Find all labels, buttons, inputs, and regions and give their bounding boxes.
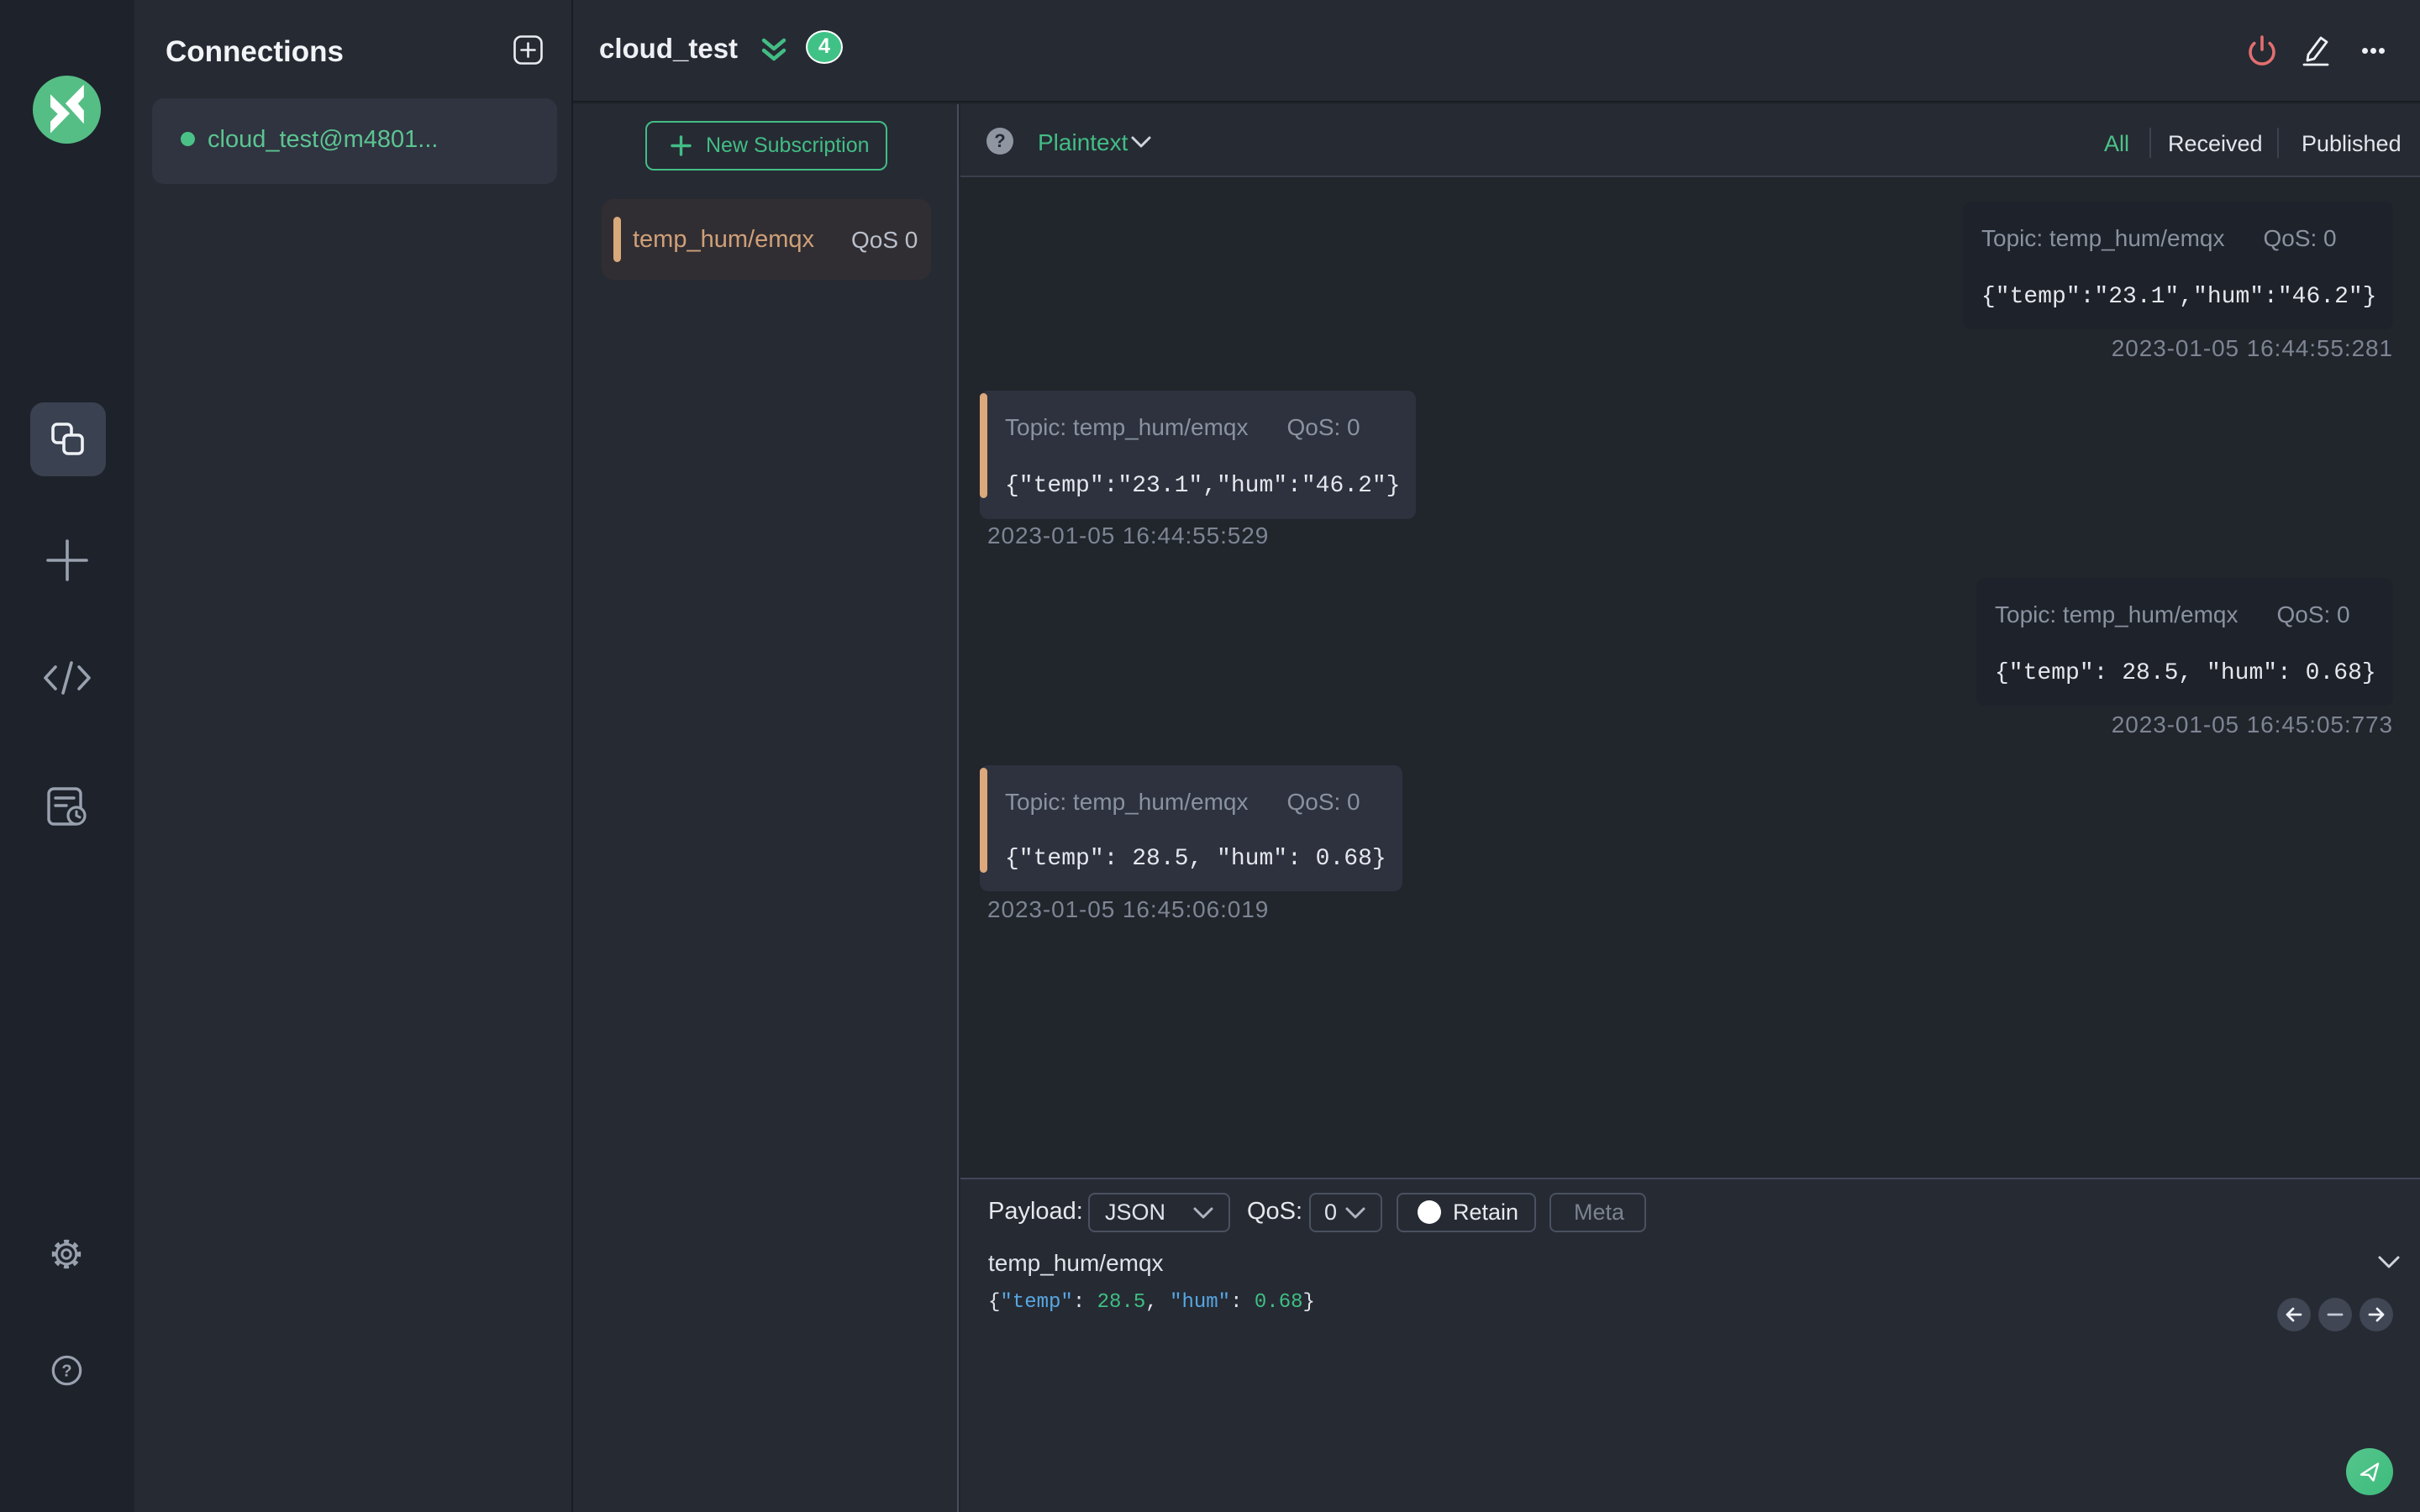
svg-text:?: ? bbox=[61, 1362, 71, 1381]
